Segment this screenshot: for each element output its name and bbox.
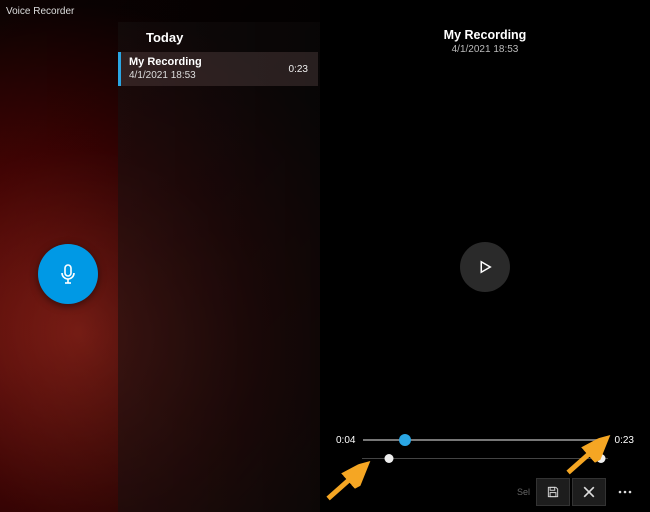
close-icon — [583, 486, 595, 498]
play-icon — [476, 258, 494, 276]
recording-datetime: 4/1/2021 18:53 — [320, 44, 650, 55]
microphone-icon — [56, 262, 80, 286]
more-button[interactable] — [608, 478, 642, 506]
marker-start[interactable] — [385, 454, 394, 463]
playback-panel: My Recording 4/1/2021 18:53 0:04 0:23 — [320, 0, 650, 512]
seek-thumb[interactable] — [399, 434, 411, 446]
delete-button[interactable] — [572, 478, 606, 506]
recording-title: My Recording — [320, 28, 650, 42]
recordings-panel: Voice Recorder Today My Recording 4/1/20… — [0, 0, 320, 512]
play-button[interactable] — [460, 242, 510, 292]
app-root: Voice Recorder Today My Recording 4/1/20… — [0, 0, 650, 512]
more-icon — [617, 489, 633, 495]
select-label: Sel — [517, 487, 530, 497]
list-header-today: Today — [146, 30, 183, 45]
save-icon — [546, 485, 560, 499]
recording-list-item[interactable]: My Recording 4/1/2021 18:53 0:23 — [118, 52, 318, 86]
recording-item-duration: 0:23 — [289, 64, 308, 75]
action-bar: Sel — [517, 478, 642, 506]
list-background — [118, 22, 320, 512]
recording-item-title: My Recording — [129, 56, 289, 69]
title-bar: Voice Recorder — [0, 0, 320, 22]
save-button[interactable] — [536, 478, 570, 506]
app-title: Voice Recorder — [6, 6, 74, 17]
seek-track[interactable] — [363, 434, 606, 446]
record-button[interactable] — [38, 244, 98, 304]
recording-item-datetime: 4/1/2021 18:53 — [129, 70, 289, 82]
current-time: 0:04 — [336, 435, 355, 446]
recording-header: My Recording 4/1/2021 18:53 — [320, 28, 650, 55]
